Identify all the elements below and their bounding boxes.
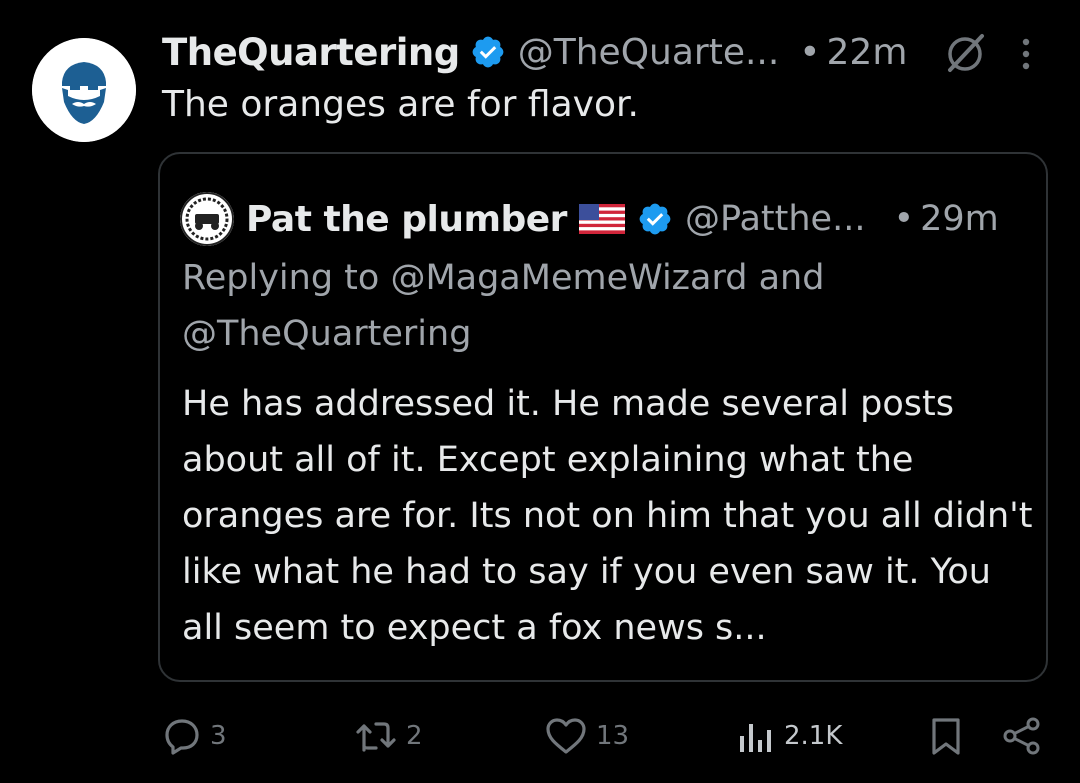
author-handle[interactable]: @TheQuarte... [518, 32, 780, 73]
replying-to: Replying to @MagaMemeWizard and @TheQuar… [182, 258, 825, 354]
post-timestamp[interactable]: 22m [827, 32, 908, 73]
quoted-author-avatar[interactable] [180, 192, 234, 246]
post-header: TheQuartering @TheQuarte... • 22m [162, 26, 907, 78]
repost-button[interactable]: 2 [354, 716, 423, 756]
bookmark-icon [932, 718, 960, 755]
reply-button[interactable]: 3 [162, 716, 227, 756]
share-icon [1003, 717, 1040, 755]
views-count: 2.1K [784, 721, 843, 751]
like-button[interactable]: 13 [544, 716, 629, 756]
repost-count: 2 [406, 721, 423, 751]
like-count: 13 [596, 721, 630, 751]
post-text: The oranges are for flavor. [162, 84, 639, 125]
verified-badge-icon[interactable] [470, 34, 506, 70]
quoted-author-name[interactable]: Pat the plumber [246, 199, 567, 240]
heart-icon [546, 718, 586, 754]
quoted-post-timestamp[interactable]: 29m [920, 199, 999, 239]
us-flag-icon [578, 204, 625, 234]
views-icon [740, 724, 771, 752]
badge-logo-icon [180, 192, 234, 246]
post-card[interactable]: TheQuartering @TheQuarte... • 22m The or… [0, 0, 1080, 783]
action-bar: 3 2 13 2.1K [0, 708, 1080, 768]
reply-icon [165, 719, 199, 755]
quoted-author-handle[interactable]: @Patthe... [685, 199, 866, 239]
reply-count: 3 [210, 721, 227, 751]
separator-dot: • [799, 31, 821, 73]
quoted-post-text: He has addressed it. He made several pos… [182, 384, 1033, 648]
repost-icon [356, 722, 396, 752]
quoted-post-header: Pat the plumber @Patthe... • 29m [180, 192, 999, 246]
bearded-man-logo-icon [32, 38, 136, 142]
more-vertical-icon[interactable] [1016, 34, 1036, 74]
verified-badge-icon[interactable] [637, 201, 673, 237]
quoted-post[interactable]: Pat the plumber @Patthe... • 29m Replyin… [158, 152, 1048, 682]
author-avatar[interactable] [32, 38, 136, 142]
separator-dot: • [893, 199, 915, 239]
grok-icon[interactable] [942, 30, 988, 76]
views-button[interactable]: 2.1K [736, 716, 842, 756]
bookmark-button[interactable] [928, 716, 964, 756]
author-name[interactable]: TheQuartering [162, 31, 460, 74]
share-button[interactable] [1000, 716, 1044, 756]
